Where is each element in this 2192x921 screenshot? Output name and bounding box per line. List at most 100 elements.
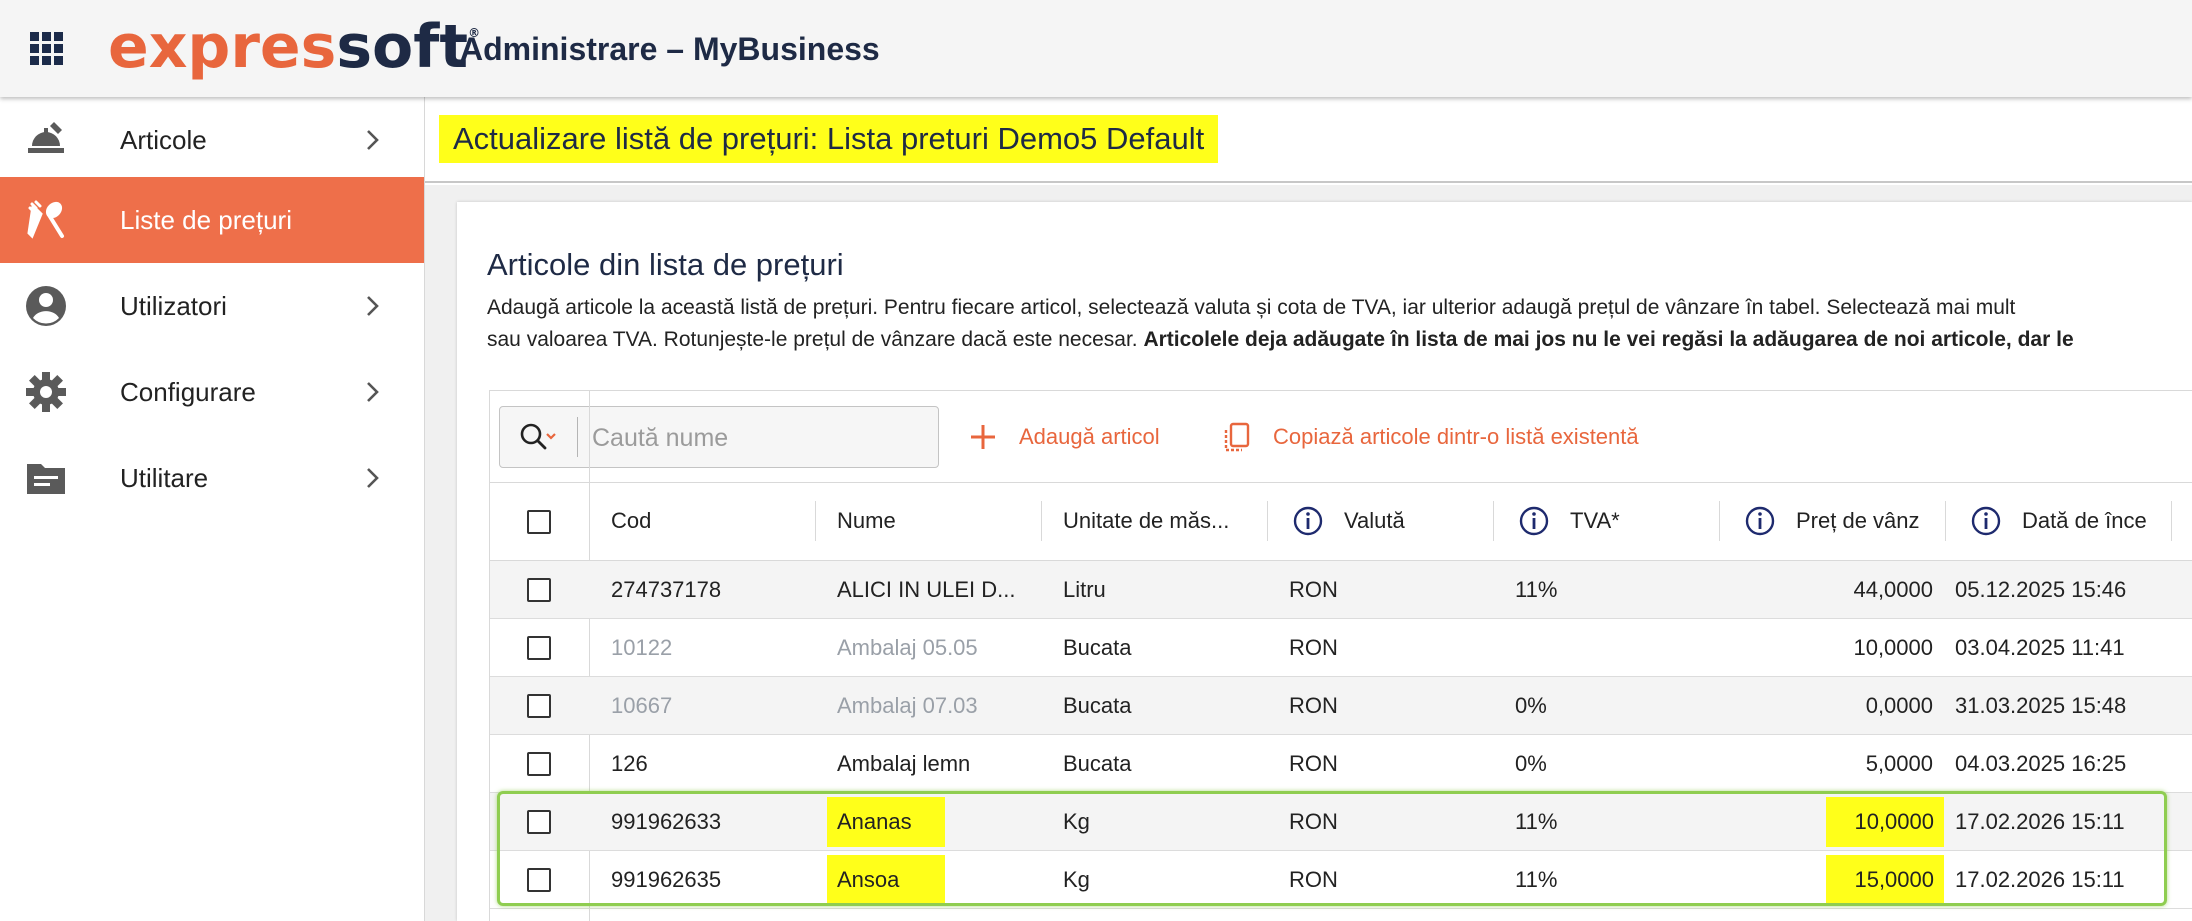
column-header-valuta[interactable]: Valută xyxy=(1268,483,1493,561)
sidebar-item-label: Articole xyxy=(120,125,207,155)
description-line-1: Adaugă articole la această listă de preț… xyxy=(487,296,2016,319)
cell-valuta: RON xyxy=(1289,635,1338,660)
sidebar-item-configurare[interactable]: Configurare xyxy=(0,349,424,435)
search-input[interactable] xyxy=(592,419,922,457)
row-checkbox[interactable] xyxy=(527,810,551,834)
column-header-nume[interactable]: Nume xyxy=(816,483,1041,561)
apps-grid-icon[interactable] xyxy=(30,32,63,65)
cell-cod: 274737178 xyxy=(611,577,722,602)
cell-um: Bucata xyxy=(1063,635,1132,660)
column-header-cod[interactable]: Cod xyxy=(590,483,815,561)
cell-valuta: RON xyxy=(1289,693,1338,718)
cell-nume: Ambalaj 07.03 xyxy=(837,693,978,718)
cell-nume: Ananas xyxy=(827,797,945,847)
cell-um: Bucata xyxy=(1063,693,1132,718)
cell-cod: 10667 xyxy=(611,693,673,718)
cell-um: Litru xyxy=(1063,577,1106,602)
sidebar-item-label: Configurare xyxy=(120,377,256,407)
column-header-pret[interactable]: Preț de vânz xyxy=(1720,483,1945,561)
cell-nume: Ambalaj lemn xyxy=(837,751,971,776)
folder-icon xyxy=(27,464,65,494)
table-row[interactable]: 10122 Ambalaj 05.05 Bucata RON 10,0000 0… xyxy=(490,619,2192,677)
info-icon[interactable] xyxy=(1970,505,2002,537)
app-title: Administrare – MyBusiness xyxy=(460,31,880,67)
column-header-data[interactable]: Dată de înce xyxy=(1946,483,2171,561)
row-checkbox[interactable] xyxy=(527,636,551,660)
sidebar-item-utilitare[interactable]: Utilitare xyxy=(0,435,424,521)
cell-nume: ALICI IN ULEI D... xyxy=(837,577,1016,602)
cell-cod: 991962633 xyxy=(611,809,722,834)
cell-data: 17.02.2026 15:11 xyxy=(1955,809,2125,834)
copy-icon xyxy=(1224,422,1250,452)
cell-pret: 10,0000 xyxy=(1826,797,1944,847)
sidebar-item-articole[interactable]: Articole xyxy=(0,97,424,183)
account-circle-icon xyxy=(26,286,66,326)
top-bar: expressoft® Administrare – MyBusiness xyxy=(0,0,2192,97)
info-icon[interactable] xyxy=(1744,505,1776,537)
logo: expressoft® xyxy=(108,12,481,82)
cell-um: Kg xyxy=(1063,867,1090,892)
cell-valuta: RON xyxy=(1289,867,1338,892)
row-checkbox[interactable] xyxy=(527,868,551,892)
search-icon[interactable] xyxy=(518,421,558,453)
search-box xyxy=(499,406,939,468)
cell-valuta: RON xyxy=(1289,809,1338,834)
column-header-unitate[interactable]: Unitate de măs... xyxy=(1042,483,1267,561)
cell-data: 31.03.2025 15:48 xyxy=(1955,693,2127,718)
sidebar-item-liste-preturi[interactable]: Liste de prețuri xyxy=(0,177,424,263)
sidebar-item-utilizatori[interactable]: Utilizatori xyxy=(0,263,424,349)
cell-pret: 10,0000 xyxy=(1853,635,1933,660)
cell-valuta: RON xyxy=(1289,751,1338,776)
items-grid: Adaugă articol Copiază articole dintr-o … xyxy=(489,390,2192,921)
select-all-checkbox[interactable] xyxy=(527,510,551,534)
chevron-right-icon xyxy=(367,382,379,402)
cell-pret: 44,0000 xyxy=(1853,577,1933,602)
cell-data: 05.12.2025 15:46 xyxy=(1955,577,2127,602)
cell-data: 04.03.2025 16:25 xyxy=(1955,751,2127,776)
copy-items-button[interactable]: Copiază articole dintr-o listă existentă xyxy=(1221,415,1721,459)
description-line-2: sau valoarea TVA. Rotunjește-le prețul d… xyxy=(487,328,2074,351)
cell-pret: 5,0000 xyxy=(1865,751,1933,776)
table-row[interactable]: 10667 Ambalaj 07.03 Bucata RON 0% 0,0000… xyxy=(490,677,2192,735)
cell-um: Kg xyxy=(1063,809,1090,834)
cell-cod: 10122 xyxy=(611,635,673,660)
column-separator xyxy=(2171,501,2172,541)
fork-spoon-icon xyxy=(27,200,64,239)
cell-tva: 11% xyxy=(1515,867,1558,892)
table-row[interactable]: 274737178 ALICI IN ULEI D... Litru RON 1… xyxy=(490,561,2192,619)
cell-nume: Ambalaj 05.05 xyxy=(837,635,978,660)
table-row[interactable]: 991962635 Ansoa Kg RON 11% 15,0000 17.02… xyxy=(490,851,2192,909)
cell-pret: 0,0000 xyxy=(1865,693,1933,718)
cell-tva: 11% xyxy=(1515,809,1558,834)
page-header: Actualizare listă de prețuri: Lista pret… xyxy=(425,97,2192,183)
cell-tva: 11% xyxy=(1515,577,1558,602)
cell-cod: 991962635 xyxy=(611,867,722,892)
plus-icon xyxy=(971,425,995,449)
food-serving-icon xyxy=(28,122,64,153)
sidebar-item-label: Utilitare xyxy=(120,463,209,493)
sidebar-item-label: Utilizatori xyxy=(120,291,227,321)
grid-toolbar: Adaugă articol Copiază articole dintr-o … xyxy=(490,391,2192,483)
info-icon[interactable] xyxy=(1518,505,1550,537)
info-icon[interactable] xyxy=(1292,505,1324,537)
row-checkbox[interactable] xyxy=(527,578,551,602)
chevron-right-icon xyxy=(367,130,379,150)
row-checkbox[interactable] xyxy=(527,752,551,776)
cell-tva: 0% xyxy=(1515,693,1547,718)
chevron-right-icon xyxy=(367,296,379,316)
cell-cod: 126 xyxy=(611,751,648,776)
page-title: Actualizare listă de prețuri: Lista pret… xyxy=(439,115,1219,163)
sidebar: Articole Liste de prețuri Utilizatori Co… xyxy=(0,97,425,921)
cell-pret: 15,0000 xyxy=(1826,855,1944,905)
column-header-tva[interactable]: TVA* xyxy=(1494,483,1719,561)
table-header: Cod Nume Unitate de măs... Valută TVA* P… xyxy=(490,483,2192,561)
cell-data: 17.02.2026 15:11 xyxy=(1955,867,2125,892)
chevron-right-icon xyxy=(367,468,379,488)
section-title: Articole din lista de prețuri xyxy=(487,247,844,282)
search-separator xyxy=(577,417,578,457)
table-row[interactable]: 126 Ambalaj lemn Bucata RON 0% 5,0000 04… xyxy=(490,735,2192,793)
cell-valuta: RON xyxy=(1289,577,1338,602)
row-checkbox[interactable] xyxy=(527,694,551,718)
add-item-button[interactable]: Adaugă articol xyxy=(967,415,1207,459)
table-row[interactable]: 991962633 Ananas Kg RON 11% 10,0000 17.0… xyxy=(490,793,2192,851)
